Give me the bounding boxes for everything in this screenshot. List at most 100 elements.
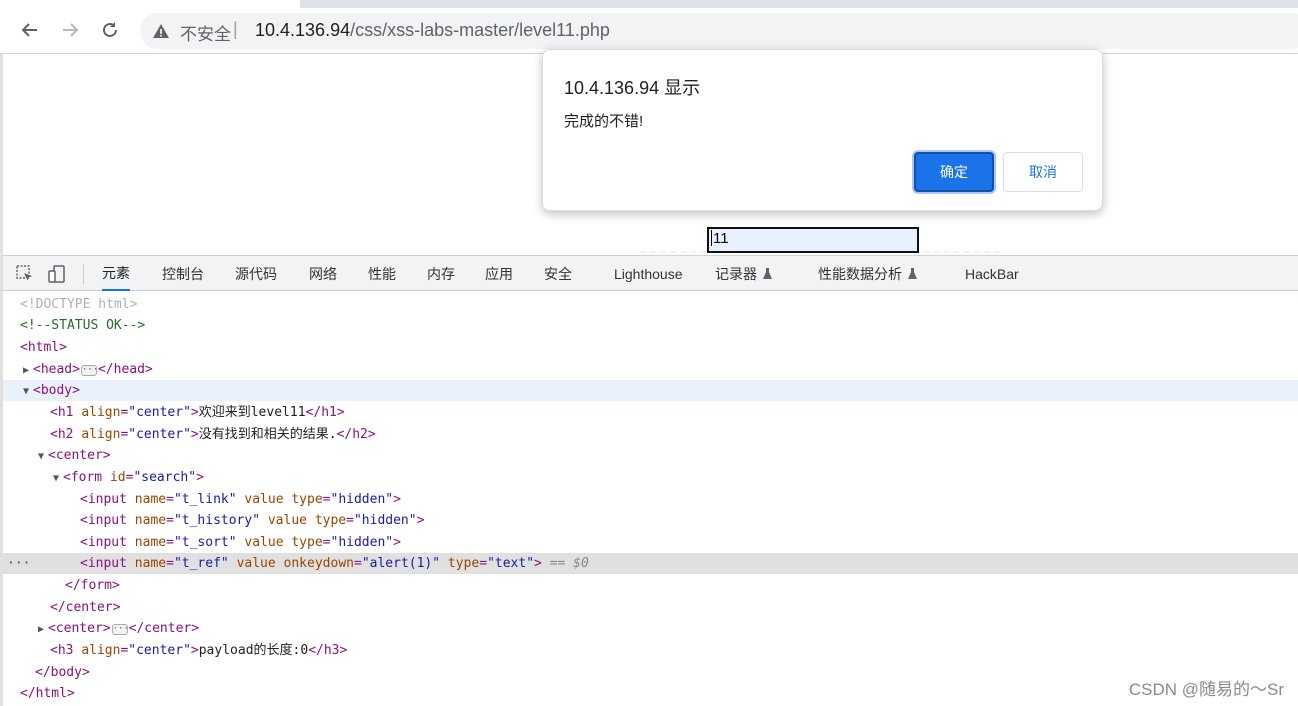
code-line-h3[interactable]: <h3 align="center">payload的长度:0</h3> bbox=[3, 640, 1298, 661]
h2-close-name: h2 bbox=[352, 427, 368, 442]
tab-sources[interactable]: 源代码 bbox=[235, 256, 277, 291]
form-attr-name: id bbox=[109, 470, 126, 485]
address-bar[interactable]: 不安全 | 10.4.136.94/css/xss-labs-master/le… bbox=[140, 13, 1298, 49]
url-path: /css/xss-labs-master/level11.php bbox=[350, 20, 610, 40]
devtools-tabbar: 元素 控制台 源代码 网络 性能 内存 应用 安全 Lighthouse 记录器… bbox=[3, 256, 1298, 291]
h1-close-name: h1 bbox=[321, 405, 337, 420]
tab-console[interactable]: 控制台 bbox=[162, 256, 204, 291]
code-line-input-t-link[interactable]: <input name="t_link" value type="hidden"… bbox=[3, 489, 1298, 510]
code-line-head[interactable]: ▶ <head> ···</head> bbox=[3, 359, 1298, 380]
cancel-button[interactable]: 取消 bbox=[1003, 152, 1083, 192]
h2-text: 没有找到和相关的结果. bbox=[198, 427, 337, 442]
ellipsis-icon[interactable]: ··· bbox=[111, 624, 129, 635]
code-line-html[interactable]: <html> bbox=[3, 337, 1298, 358]
devtools-panel: 元素 控制台 源代码 网络 性能 内存 应用 安全 Lighthouse 记录器… bbox=[3, 255, 1298, 706]
h1-attr-name: align bbox=[81, 405, 121, 420]
center-open-tag: <center> bbox=[48, 621, 111, 636]
tab-recorder[interactable]: 记录器 bbox=[715, 256, 772, 291]
code-line-body-close[interactable]: </body> bbox=[3, 662, 1298, 683]
doctype-text: <!DOCTYPE html> bbox=[20, 297, 138, 312]
page-input-value: 11 bbox=[713, 230, 729, 247]
code-line-h2[interactable]: <h2 align="center">没有找到和相关的结果.</h2> bbox=[3, 424, 1298, 445]
browser-window: 不安全 | 10.4.136.94/css/xss-labs-master/le… bbox=[0, 0, 1298, 706]
url-text[interactable]: 10.4.136.94/css/xss-labs-master/level11.… bbox=[255, 20, 610, 41]
code-line-body[interactable]: ▼ <body> bbox=[3, 380, 1298, 401]
input-type-value: "hidden" bbox=[330, 492, 394, 507]
selected-node-marker: == $0 bbox=[549, 556, 589, 571]
warning-icon[interactable] bbox=[152, 22, 170, 40]
reload-icon bbox=[103, 22, 117, 37]
code-line-comment[interactable]: <!--STATUS OK--> bbox=[3, 315, 1298, 336]
code-line-input-t-history[interactable]: <input name="t_history" value type="hidd… bbox=[3, 510, 1298, 531]
input-name-value: "t_sort" bbox=[173, 535, 237, 550]
code-line-input-t-sort[interactable]: <input name="t_sort" value type="hidden"… bbox=[3, 532, 1298, 553]
tab-network[interactable]: 网络 bbox=[309, 256, 337, 291]
device-toggle-icon[interactable] bbox=[47, 264, 67, 284]
url-host: 10.4.136.94 bbox=[255, 20, 351, 40]
tab-application[interactable]: 应用 bbox=[485, 256, 513, 291]
watermark: CSDN @随易的～Sr bbox=[1128, 680, 1284, 699]
collapse-triangle-icon[interactable]: ▼ bbox=[38, 446, 48, 467]
expand-triangle-icon[interactable]: ▶ bbox=[23, 360, 33, 381]
arrow-right-icon bbox=[63, 23, 79, 37]
flask-icon bbox=[763, 268, 772, 279]
tab-security[interactable]: 安全 bbox=[544, 256, 572, 291]
body-open-tag: <body> bbox=[33, 383, 80, 398]
h3-close-name: h3 bbox=[323, 643, 340, 658]
inspect-element-icon[interactable] bbox=[15, 264, 35, 284]
collapse-triangle-icon[interactable]: ▼ bbox=[23, 381, 33, 402]
active-tab-edge[interactable] bbox=[0, 0, 300, 8]
comment-text: <!--STATUS OK--> bbox=[20, 318, 146, 333]
tab-performance-insights[interactable]: 性能数据分析 bbox=[818, 256, 917, 291]
tab-elements[interactable]: 元素 bbox=[102, 256, 130, 291]
browser-toolbar: 不安全 | 10.4.136.94/css/xss-labs-master/le… bbox=[0, 8, 1298, 54]
collapse-triangle-icon[interactable]: ▼ bbox=[53, 468, 63, 489]
center-close-tag: </center> bbox=[50, 600, 121, 615]
alert-dialog: 10.4.136.94 显示 完成的不错! 确定 取消 bbox=[542, 49, 1103, 211]
code-line-input-t-ref[interactable]: ··· <input name="t_ref" value onkeydown="… bbox=[3, 553, 1298, 574]
text-caret bbox=[711, 230, 712, 246]
h3-attr-value: "center" bbox=[128, 643, 191, 658]
h3-attr-name: align bbox=[81, 643, 121, 658]
more-options-icon[interactable]: ··· bbox=[7, 553, 30, 574]
h2-attr-value: "center" bbox=[128, 427, 191, 442]
page-text-input[interactable]: 11 bbox=[707, 227, 919, 253]
center-close-tag: </center> bbox=[128, 621, 200, 636]
code-line-center-close[interactable]: </center> bbox=[3, 597, 1298, 618]
h1-attr-value: "center" bbox=[128, 405, 191, 420]
reload-button[interactable] bbox=[98, 18, 122, 42]
html-close-tag: </html> bbox=[20, 686, 75, 701]
tab-hackbar[interactable]: HackBar bbox=[965, 256, 1019, 291]
security-label[interactable]: 不安全 bbox=[180, 20, 231, 45]
code-line-form[interactable]: ▼ <form id="search"> bbox=[3, 467, 1298, 488]
tab-lighthouse[interactable]: Lighthouse bbox=[614, 256, 683, 291]
code-line-form-close[interactable]: </form> bbox=[3, 575, 1298, 596]
form-close-tag: </form> bbox=[65, 578, 120, 593]
h2-tag-name: h2 bbox=[57, 427, 74, 442]
ref-type-value: "text" bbox=[487, 556, 535, 571]
input-name-value: "t_history" bbox=[173, 513, 261, 528]
ok-button[interactable]: 确定 bbox=[914, 152, 994, 192]
input-type-value: "hidden" bbox=[330, 535, 394, 550]
head-open-tag: <head> bbox=[33, 362, 80, 377]
h3-tag-name: h3 bbox=[57, 643, 74, 658]
tab-memory[interactable]: 内存 bbox=[427, 256, 455, 291]
code-line-h1[interactable]: <h1 align="center">欢迎来到level11</h1> bbox=[3, 402, 1298, 423]
code-line-doctype[interactable]: <!DOCTYPE html> bbox=[3, 294, 1298, 315]
ellipsis-icon[interactable]: ··· bbox=[80, 365, 98, 376]
address-separator: | bbox=[233, 19, 238, 39]
code-line-html-close[interactable]: </html> bbox=[3, 683, 1298, 704]
back-button[interactable] bbox=[18, 18, 42, 42]
code-line-center-collapsed[interactable]: ▶ <center> ···</center> bbox=[3, 618, 1298, 639]
code-line-center[interactable]: ▼ <center> bbox=[3, 445, 1298, 466]
tab-performance[interactable]: 性能 bbox=[368, 256, 396, 291]
forward-button[interactable] bbox=[58, 18, 82, 42]
dialog-message: 完成的不错! bbox=[564, 113, 644, 130]
tabbar-separator bbox=[83, 264, 84, 284]
arrow-left-icon bbox=[21, 23, 37, 37]
ref-onkeydown-value: "alert(1)" bbox=[361, 556, 441, 571]
expand-triangle-icon[interactable]: ▶ bbox=[38, 619, 48, 640]
dialog-title: 10.4.136.94 显示 bbox=[564, 78, 701, 98]
body-close-tag: </body> bbox=[35, 665, 90, 680]
tab-recorder-label: 记录器 bbox=[715, 265, 757, 282]
